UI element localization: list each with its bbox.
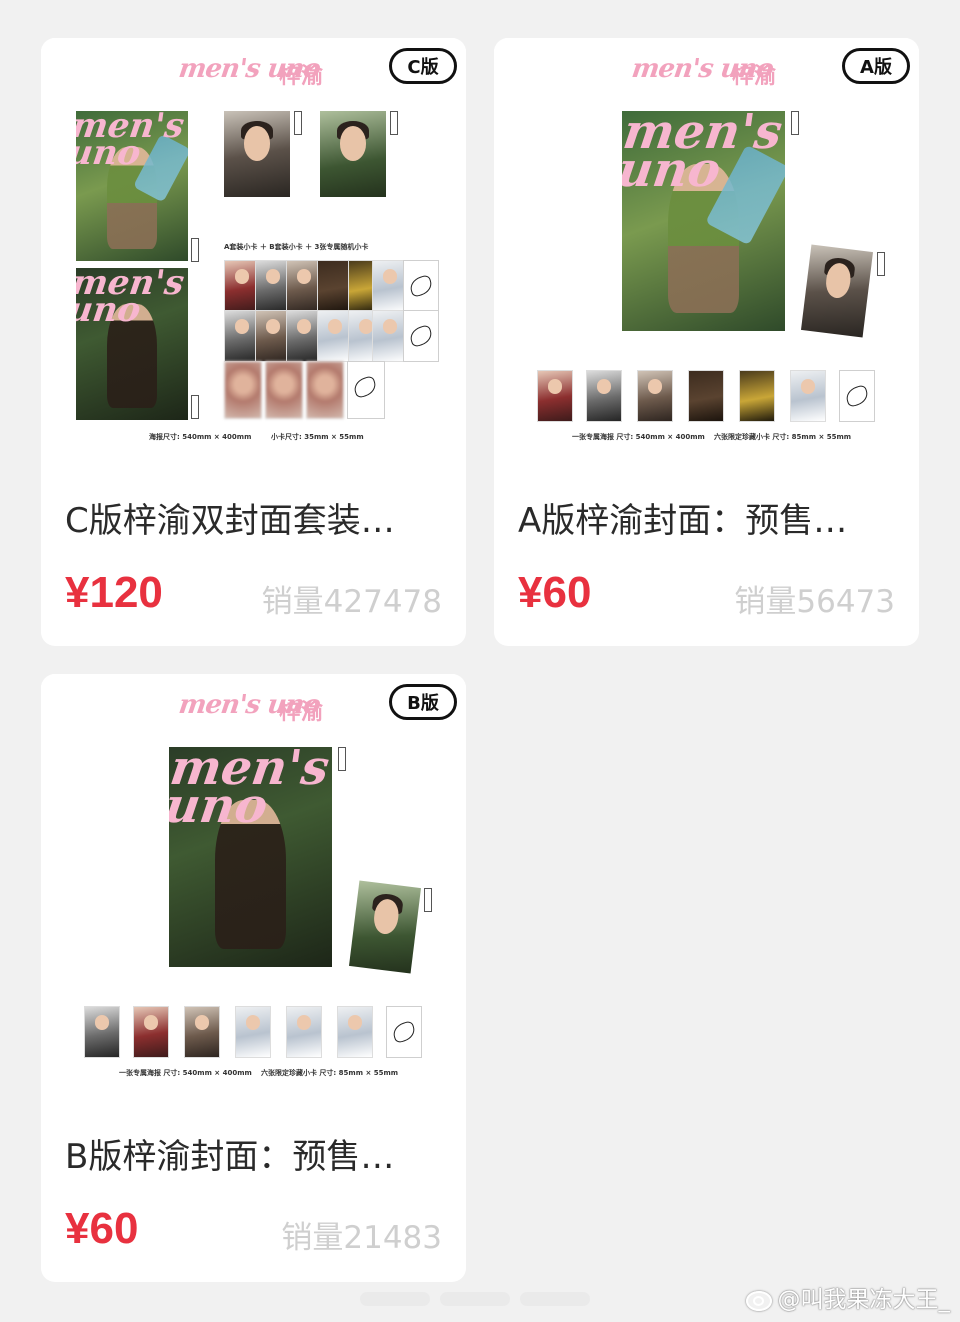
poster-image	[800, 244, 874, 338]
product-sales: 销量21483	[281, 1220, 442, 1256]
photocard-random	[265, 361, 303, 419]
photocard	[133, 1006, 169, 1058]
sheet-caption: 一张专属海报 尺寸: 540mm × 400mm	[119, 1069, 252, 1077]
photocard	[84, 1006, 120, 1058]
cover-image: men's uno	[622, 111, 785, 331]
photocard	[839, 370, 875, 422]
poster-image	[348, 880, 422, 974]
sheet-caption: A套装小卡 ＋ B套装小卡 ＋ 3张专属随机小卡	[224, 243, 369, 251]
cover-image: men's uno	[169, 747, 332, 967]
poster-image-a	[224, 111, 290, 197]
product-title[interactable]: A版梓渝封面：预售…	[518, 493, 847, 542]
label-tag	[191, 395, 199, 419]
photocard	[790, 370, 826, 422]
poster-image-b	[320, 111, 386, 197]
label-tag	[424, 888, 432, 912]
brand-name: 梓渝	[279, 64, 324, 89]
photocard	[688, 370, 724, 422]
brand-name: 梓渝	[732, 64, 777, 89]
edition-badge: C版	[389, 48, 457, 84]
edition-badge: B版	[389, 684, 457, 720]
photocard	[235, 1006, 271, 1058]
product-card-c[interactable]: men's uno 梓渝 C版 men's uno men's uno A套装小卡 …	[41, 38, 466, 646]
sheet-caption: 六张限定珍藏小卡 尺寸: 85mm × 55mm	[261, 1069, 399, 1077]
sheet-caption: 海报尺寸: 540mm × 400mm	[149, 433, 252, 441]
photocard	[286, 1006, 322, 1058]
product-thumbnail[interactable]: men's uno 梓渝 A版 men's uno 一张专属海报 尺寸: 540m…	[494, 38, 919, 463]
photocard	[739, 370, 775, 422]
product-title[interactable]: C版梓渝双封面套装…	[65, 493, 395, 542]
photocard	[337, 1006, 373, 1058]
scroll-dot	[360, 1292, 430, 1306]
photocard	[537, 370, 573, 422]
photocard	[184, 1006, 220, 1058]
edition-badge: A版	[842, 48, 910, 84]
photocard	[347, 361, 385, 419]
brand-name: 梓渝	[279, 700, 324, 725]
product-thumbnail[interactable]: men's uno 梓渝 C版 men's uno men's uno A套装小卡 …	[41, 38, 466, 463]
product-sales: 销量427478	[261, 584, 442, 620]
product-price: ¥120	[65, 568, 163, 617]
scroll-dot	[440, 1292, 510, 1306]
weibo-icon	[744, 1285, 774, 1311]
watermark: @叫我果冻大王_	[744, 1280, 951, 1314]
sheet-caption: 一张专属海报 尺寸: 540mm × 400mm	[572, 433, 705, 441]
product-card-a[interactable]: men's uno 梓渝 A版 men's uno 一张专属海报 尺寸: 540m…	[494, 38, 919, 646]
label-tag	[294, 111, 302, 135]
label-tag	[791, 111, 799, 135]
product-price: ¥60	[518, 568, 592, 617]
product-price: ¥60	[65, 1204, 139, 1253]
product-title[interactable]: B版梓渝封面：预售…	[65, 1129, 394, 1178]
photocard	[403, 260, 439, 312]
photocard	[586, 370, 622, 422]
sheet-caption: 六张限定珍藏小卡 尺寸: 85mm × 55mm	[714, 433, 852, 441]
scroll-indicator	[360, 1290, 590, 1308]
scroll-dot	[520, 1292, 590, 1306]
cover-image-a: men's uno	[76, 111, 188, 261]
label-tag	[877, 252, 885, 276]
photocard	[403, 310, 439, 362]
photocard	[386, 1006, 422, 1058]
product-sales: 销量56473	[734, 584, 895, 620]
product-card-b[interactable]: men's uno 梓渝 B版 men's uno 一张专属海报 尺寸: 540m…	[41, 674, 466, 1282]
photocard-random	[306, 361, 344, 419]
watermark-text: @叫我果冻大王_	[777, 1287, 951, 1313]
sheet-caption: 小卡尺寸: 35mm × 55mm	[271, 433, 364, 441]
product-thumbnail[interactable]: men's uno 梓渝 B版 men's uno 一张专属海报 尺寸: 540m…	[41, 674, 466, 1099]
photocard	[637, 370, 673, 422]
cover-image-b: men's uno	[76, 268, 188, 420]
label-tag	[338, 747, 346, 771]
label-tag	[390, 111, 398, 135]
photocard-random	[224, 361, 262, 419]
label-tag	[191, 238, 199, 262]
